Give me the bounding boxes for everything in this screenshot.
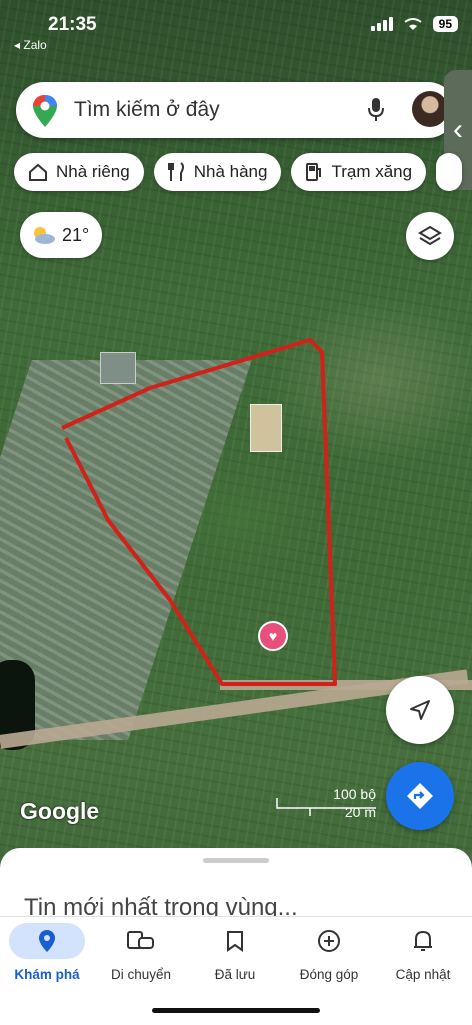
maps-pin-icon [33, 95, 57, 127]
signal-icon [370, 17, 393, 31]
saved-heart-pin[interactable]: ♥ [258, 621, 288, 651]
scale-top-label: 100 bộ [333, 786, 376, 802]
scale-bottom-label: 20 m [344, 804, 376, 820]
nav-explore[interactable]: Khám phá [0, 917, 94, 987]
weather-temp: 21° [62, 224, 90, 245]
bookmark-icon [227, 931, 243, 952]
nav-label: Đóng góp [299, 967, 359, 982]
mic-icon[interactable] [366, 96, 386, 124]
chip-more[interactable] [436, 153, 463, 191]
pin-icon [39, 930, 55, 952]
google-logo: Google [20, 798, 100, 824]
nav-commute[interactable]: Di chuyển [94, 917, 188, 987]
weather-badge[interactable]: 21° [20, 212, 102, 258]
nav-saved[interactable]: Đã lưu [188, 917, 282, 987]
wifi-icon [404, 18, 422, 30]
sheet-handle[interactable] [203, 858, 269, 863]
status-time: 21:35 [48, 14, 97, 35]
directions-button[interactable] [386, 762, 454, 830]
restaurant-icon [167, 162, 184, 181]
layers-icon [418, 225, 442, 246]
chip-gas-station[interactable]: Trạm xăng [291, 153, 427, 191]
status-bar: 21:35 ◂ Zalo 95 [0, 0, 472, 52]
gas-station-icon [306, 163, 322, 181]
directions-icon [407, 783, 433, 809]
home-indicator[interactable] [152, 1008, 320, 1013]
chip-label: Trạm xăng [331, 162, 413, 181]
avatar[interactable] [412, 91, 448, 127]
search-bar[interactable]: Tìm kiếm ở đây [16, 82, 456, 138]
status-icons: 95 [370, 16, 458, 32]
nav-updates[interactable]: Cập nhật [376, 917, 470, 987]
nav-label: Cập nhật [395, 967, 451, 982]
my-location-button[interactable] [386, 676, 454, 744]
map-scale: 100 bộ 20 m [276, 786, 380, 820]
chip-label: Nhà riêng [56, 162, 130, 181]
back-to-app[interactable]: ◂ Zalo [14, 38, 47, 52]
add-circle-icon [318, 930, 340, 952]
chip-home[interactable]: Nhà riêng [14, 153, 144, 191]
nav-label: Đã lưu [214, 967, 256, 982]
home-icon [29, 163, 47, 181]
chip-restaurant[interactable]: Nhà hàng [153, 153, 282, 191]
heart-icon: ♥ [268, 628, 278, 644]
nav-contribute[interactable]: Đóng góp [282, 917, 376, 987]
bell-icon [414, 930, 432, 951]
navigation-arrow-icon [410, 700, 430, 720]
partly-cloudy-icon [34, 227, 55, 244]
nav-label: Khám phá [14, 967, 80, 982]
search-placeholder: Tìm kiếm ở đây [74, 98, 220, 121]
car-bus-icon [127, 931, 154, 949]
layers-button[interactable] [406, 212, 454, 260]
category-chips: Nhà riêng Nhà hàng Trạm xăng [14, 153, 463, 191]
nav-label: Di chuyển [110, 967, 172, 982]
battery-icon: 95 [432, 16, 458, 32]
chip-label: Nhà hàng [193, 162, 268, 181]
